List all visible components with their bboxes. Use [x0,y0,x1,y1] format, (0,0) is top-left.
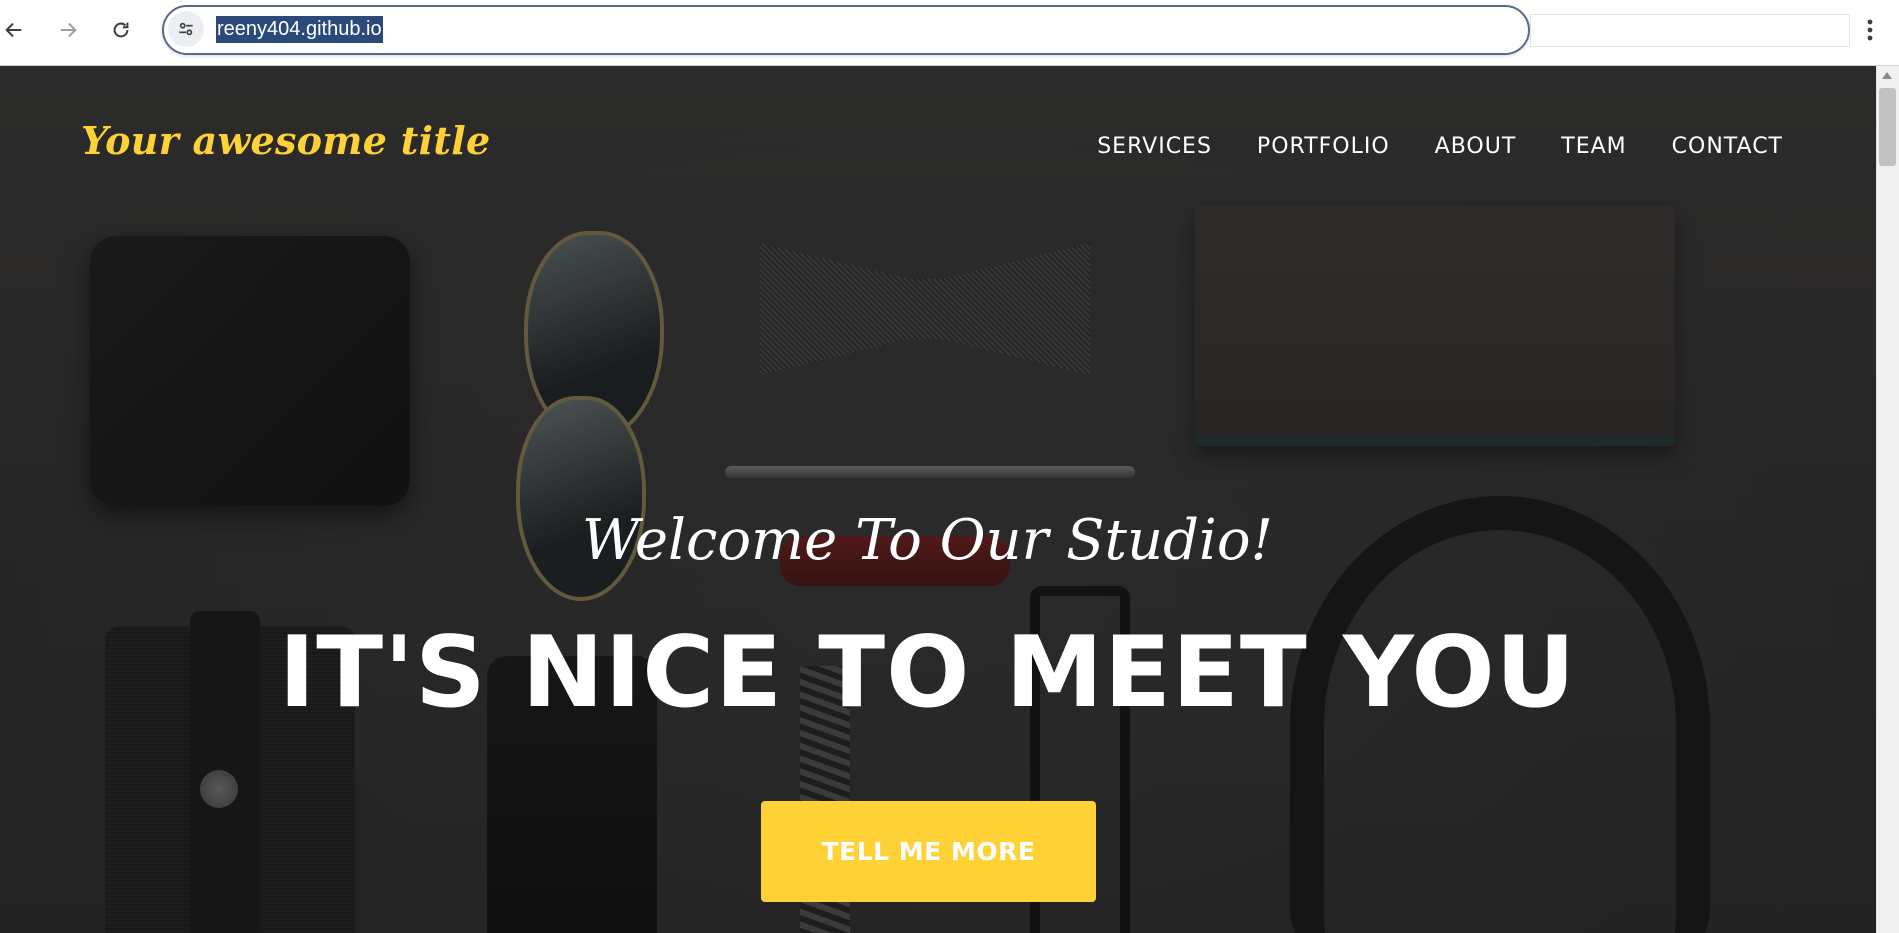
nav-link-portfolio[interactable]: PORTFOLIO [1257,134,1390,159]
scrollbar-thumb[interactable] [1879,88,1896,166]
tell-me-more-button[interactable]: TELL ME MORE [761,801,1096,902]
main-nav: SERVICES PORTFOLIO ABOUT TEAM CONTACT [1097,134,1783,159]
page-scrollbar[interactable] [1876,66,1899,933]
reload-button[interactable] [103,12,139,48]
browser-menu-button[interactable] [1854,12,1886,48]
forward-button[interactable] [50,12,86,48]
reload-icon [113,22,129,38]
arrow-left-icon [5,22,22,38]
tune-icon [179,22,193,36]
site-brand-link[interactable]: Your awesome title [81,118,490,163]
browser-toolbar: reeny404.github.io [0,0,1899,66]
address-bar-extension [1530,14,1850,47]
arrow-right-icon [60,22,77,38]
hero-subheading: Welcome To Our Studio! [581,508,1274,573]
back-button[interactable] [0,12,32,48]
hero-heading: IT'S NICE TO MEET YOU [278,616,1577,730]
nav-link-services[interactable]: SERVICES [1097,134,1212,159]
site-info-button[interactable] [168,11,204,47]
more-vertical-icon [1867,19,1873,41]
nav-link-about[interactable]: ABOUT [1435,134,1517,159]
scroll-up-arrow-icon[interactable] [1882,72,1892,79]
nav-link-contact[interactable]: CONTACT [1672,134,1783,159]
url-text[interactable]: reeny404.github.io [216,16,383,43]
nav-link-team[interactable]: TEAM [1561,134,1626,159]
